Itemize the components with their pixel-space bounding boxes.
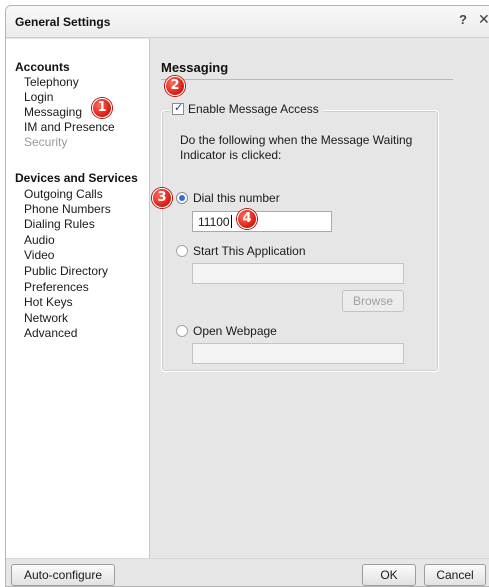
general-settings-dialog: General Settings ? ✕ Accounts Telephony … bbox=[5, 5, 489, 587]
checkmark-icon: ✓ bbox=[174, 102, 184, 114]
page-title: Messaging bbox=[161, 60, 229, 75]
messaging-panel: Messaging ✓ Enable Message Access Do the… bbox=[151, 39, 489, 558]
sidebar-heading-devices: Devices and Services bbox=[15, 171, 138, 185]
callout-badge-3: 3 bbox=[152, 188, 172, 208]
dial-number-radio[interactable]: Dial this number bbox=[176, 191, 280, 205]
sidebar-item-telephony[interactable]: Telephony bbox=[24, 75, 79, 89]
callout-badge-1: 1 bbox=[92, 98, 112, 118]
sidebar-item-security: Security bbox=[24, 135, 68, 149]
sidebar-item-preferences[interactable]: Preferences bbox=[24, 280, 89, 294]
webpage-url-field[interactable] bbox=[192, 343, 404, 364]
radio-unselected-icon bbox=[176, 325, 188, 337]
cancel-button[interactable]: Cancel bbox=[424, 564, 486, 586]
sidebar-item-audio[interactable]: Audio bbox=[24, 233, 55, 247]
settings-sidebar: Accounts Telephony Login Messaging IM an… bbox=[6, 39, 150, 558]
sidebar-item-login[interactable]: Login bbox=[24, 90, 53, 104]
sidebar-item-outgoing-calls[interactable]: Outgoing Calls bbox=[24, 187, 103, 201]
sidebar-item-im-and-presence[interactable]: IM and Presence bbox=[24, 120, 115, 134]
browse-button[interactable]: Browse bbox=[342, 290, 404, 312]
callout-badge-2: 2 bbox=[165, 76, 185, 96]
sidebar-item-hot-keys[interactable]: Hot Keys bbox=[24, 295, 73, 309]
dial-number-value: 11100 bbox=[198, 215, 230, 229]
help-icon[interactable]: ? bbox=[459, 12, 467, 27]
sidebar-item-dialing-rules[interactable]: Dialing Rules bbox=[24, 217, 95, 231]
dial-number-label: Dial this number bbox=[193, 191, 280, 205]
dialog-title: General Settings bbox=[15, 15, 111, 29]
sidebar-item-advanced[interactable]: Advanced bbox=[24, 326, 77, 340]
mwi-description: Do the following when the Message Waitin… bbox=[180, 133, 413, 162]
checkbox-box: ✓ bbox=[172, 102, 184, 115]
title-divider bbox=[161, 79, 453, 80]
title-bar: General Settings ? ✕ bbox=[6, 6, 489, 38]
radio-unselected-icon bbox=[176, 245, 188, 257]
ok-button[interactable]: OK bbox=[362, 564, 416, 586]
enable-message-access-checkbox[interactable]: ✓ Enable Message Access bbox=[170, 102, 323, 116]
dial-number-field[interactable]: 11100 bbox=[192, 211, 332, 232]
message-access-group: ✓ Enable Message Access Do the following… bbox=[161, 102, 439, 372]
sidebar-item-video[interactable]: Video bbox=[24, 248, 54, 262]
enable-message-access-label: Enable Message Access bbox=[188, 102, 319, 116]
text-caret bbox=[230, 215, 232, 228]
sidebar-item-phone-numbers[interactable]: Phone Numbers bbox=[24, 202, 111, 216]
application-path-field[interactable] bbox=[192, 263, 404, 284]
sidebar-item-public-directory[interactable]: Public Directory bbox=[24, 264, 108, 278]
open-webpage-label: Open Webpage bbox=[193, 324, 277, 338]
sidebar-heading-accounts: Accounts bbox=[15, 60, 70, 74]
sidebar-item-network[interactable]: Network bbox=[24, 311, 68, 325]
start-application-radio[interactable]: Start This Application bbox=[176, 244, 306, 258]
start-application-label: Start This Application bbox=[193, 244, 306, 258]
callout-badge-4: 4 bbox=[237, 209, 257, 229]
auto-configure-button[interactable]: Auto-configure bbox=[11, 564, 115, 586]
radio-selected-icon bbox=[176, 192, 188, 204]
dialog-footer: Auto-configure OK Cancel bbox=[6, 558, 489, 586]
sidebar-item-messaging[interactable]: Messaging bbox=[24, 105, 82, 119]
close-icon[interactable]: ✕ bbox=[478, 11, 489, 28]
open-webpage-radio[interactable]: Open Webpage bbox=[176, 324, 277, 338]
